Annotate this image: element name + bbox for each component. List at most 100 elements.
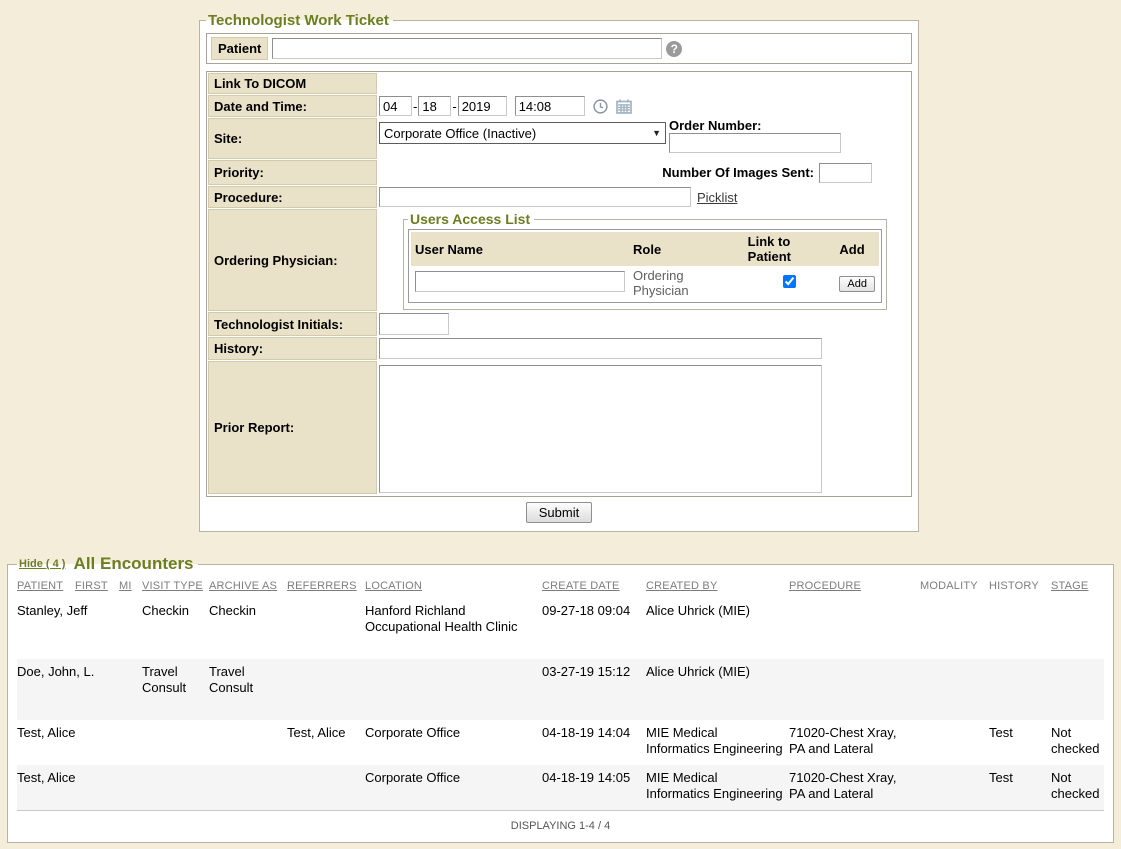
column-header-mi[interactable]: MI (119, 576, 142, 598)
link-to-patient-checkbox[interactable] (783, 275, 796, 288)
column-header-procedure[interactable]: PROCEDURE (789, 576, 920, 598)
date-month-input[interactable] (379, 96, 412, 116)
date-day-input[interactable] (418, 96, 451, 116)
cell-procedure (789, 659, 920, 720)
column-header-first[interactable]: FIRST (75, 576, 119, 598)
time-input[interactable] (515, 96, 585, 116)
work-ticket-fields: Link To DICOM Date and Time: - - Si (206, 71, 912, 497)
patient-input[interactable] (272, 38, 662, 59)
cell-archive-as (209, 720, 287, 765)
all-encounters-legend: Hide ( 4 ) All Encounters (17, 554, 198, 574)
hide-link[interactable]: Hide ( 4 ) (19, 558, 65, 570)
history-label: History: (208, 337, 377, 360)
site-select[interactable]: Corporate Office (Inactive) ▼ (379, 122, 666, 144)
cell-stage: Not checked (1051, 720, 1104, 765)
date-year-input[interactable] (458, 96, 507, 116)
site-label: Site: (208, 118, 377, 159)
cell-created-by: Alice Uhrick (MIE) (646, 598, 789, 659)
images-sent-label: Number Of Images Sent: (662, 165, 814, 180)
history-row: History: (208, 337, 910, 360)
dropdown-arrow-icon: ▼ (652, 128, 661, 138)
prior-report-label: Prior Report: (208, 361, 377, 494)
date-separator: - (452, 99, 456, 114)
ual-header-user-name: User Name (411, 232, 629, 266)
column-header-history: HISTORY (989, 576, 1051, 598)
column-header-archive-as[interactable]: ARCHIVE AS (209, 576, 287, 598)
work-ticket-form: Technologist Work Ticket Patient ? Link … (199, 12, 919, 532)
all-encounters-title: All Encounters (74, 554, 194, 573)
ual-header-add: Add (835, 232, 879, 266)
encounters-table: PATIENTFIRSTMIVISIT TYPEARCHIVE ASREFERR… (17, 576, 1104, 842)
column-header-referrers[interactable]: REFERRERS (287, 576, 365, 598)
cell-stage (1051, 659, 1104, 720)
cell-archive-as: Checkin (209, 598, 287, 659)
cell-location: Corporate Office (365, 765, 542, 811)
ordering-physician-label: Ordering Physician: (208, 209, 377, 311)
site-selected-option: Corporate Office (Inactive) (384, 126, 536, 141)
encounter-row[interactable]: Stanley, JeffCheckinCheckinHanford Richl… (17, 598, 1104, 659)
cell-procedure (789, 598, 920, 659)
help-icon[interactable]: ? (666, 41, 682, 57)
calendar-icon[interactable] (616, 99, 632, 114)
clock-icon[interactable] (593, 99, 608, 114)
technologist-initials-label: Technologist Initials: (208, 312, 377, 336)
order-number-label: Order Number: (669, 118, 841, 133)
user-name-input[interactable] (415, 271, 625, 292)
column-header-visit-type[interactable]: VISIT TYPE (142, 576, 209, 598)
table-footer: DISPLAYING 1-4 / 4 (17, 811, 1104, 843)
encounter-row[interactable]: Doe, John, L.Travel ConsultTravel Consul… (17, 659, 1104, 720)
cell-referrers (287, 659, 365, 720)
prior-report-row: Prior Report: (208, 361, 910, 494)
cell-patient-name: Test, Alice (17, 720, 142, 765)
technologist-initials-input[interactable] (379, 313, 449, 335)
date-time-row: Date and Time: - - (208, 95, 910, 117)
order-number-block: Order Number: (669, 118, 841, 153)
ual-header-role: Role (629, 232, 744, 266)
cell-location: Corporate Office (365, 720, 542, 765)
cell-referrers (287, 598, 365, 659)
cell-modality (920, 659, 989, 720)
column-header-create-date[interactable]: CREATE DATE (542, 576, 646, 598)
cell-history: Test (989, 765, 1051, 811)
column-header-stage[interactable]: STAGE (1051, 576, 1104, 598)
cell-create-date: 04-18-19 14:04 (542, 720, 646, 765)
submit-button[interactable]: Submit (526, 502, 592, 523)
users-access-list-title: Users Access List (408, 211, 534, 227)
cell-referrers: Test, Alice (287, 720, 365, 765)
cell-modality (920, 598, 989, 659)
column-header-created-by[interactable]: CREATED BY (646, 576, 789, 598)
history-input[interactable] (379, 338, 822, 359)
site-row: Site: Corporate Office (Inactive) ▼ Orde… (208, 118, 910, 159)
procedure-input[interactable] (379, 187, 691, 207)
ordering-physician-row: Ordering Physician: Users Access List Us… (208, 209, 910, 311)
column-header-patient[interactable]: PATIENT (17, 576, 75, 598)
cell-procedure: 71020-Chest Xray, PA and Lateral (789, 720, 920, 765)
cell-history: Test (989, 720, 1051, 765)
cell-created-by: Alice Uhrick (MIE) (646, 659, 789, 720)
add-user-button[interactable]: Add (839, 276, 875, 292)
cell-modality (920, 765, 989, 811)
column-header-location[interactable]: LOCATION (365, 576, 542, 598)
encounter-row[interactable]: Test, AliceTest, AliceCorporate Office04… (17, 720, 1104, 765)
cell-created-by: MIE Medical Informatics Engineering (646, 720, 789, 765)
procedure-label: Procedure: (208, 186, 377, 208)
patient-label: Patient (211, 37, 268, 60)
cell-location: Hanford Richland Occupational Health Cli… (365, 598, 542, 659)
date-time-label: Date and Time: (208, 95, 377, 117)
order-number-input[interactable] (669, 133, 841, 153)
images-sent-input[interactable] (819, 163, 872, 183)
link-to-dicom-row: Link To DICOM (208, 73, 910, 94)
encounter-row[interactable]: Test, AliceCorporate Office04-18-19 14:0… (17, 765, 1104, 811)
cell-visit-type (142, 765, 209, 811)
submit-row: Submit (206, 497, 912, 525)
cell-referrers (287, 765, 365, 811)
patient-row: Patient ? (206, 33, 912, 64)
users-access-list: Users Access List User Name Role Link to… (403, 211, 887, 310)
cell-history (989, 598, 1051, 659)
ual-header-link-to-patient: Link to Patient (744, 232, 836, 266)
column-header-modality: MODALITY (920, 576, 989, 598)
prior-report-input[interactable] (379, 365, 822, 493)
priority-label: Priority: (208, 160, 377, 185)
cell-stage: Not checked (1051, 765, 1104, 811)
picklist-link[interactable]: Picklist (697, 190, 737, 205)
